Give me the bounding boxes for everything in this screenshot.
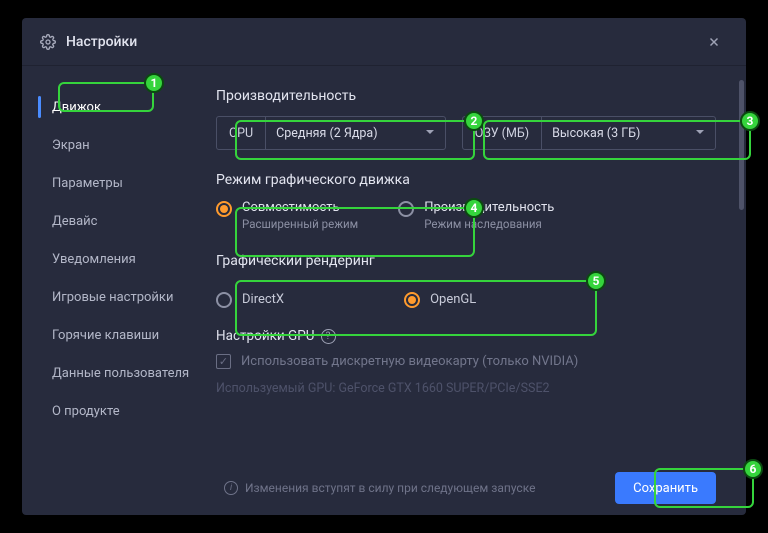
close-button[interactable] bbox=[700, 28, 728, 56]
section-title-gpu: Настройки GPU ? bbox=[216, 328, 716, 344]
sidebar-item-label: Параметры bbox=[52, 176, 123, 191]
section-title-engine-mode: Режим графического движка bbox=[216, 172, 716, 188]
sidebar-item-label: Игровые настройки bbox=[52, 290, 173, 305]
settings-window: Настройки Движок Экран Параметры Девайс … bbox=[22, 18, 746, 515]
ram-dropdown[interactable]: ОЗУ (МБ) Высокая (3 ГБ) bbox=[462, 116, 716, 150]
radio-icon bbox=[216, 201, 232, 217]
scrollbar-thumb[interactable] bbox=[739, 80, 744, 210]
ram-value: Высокая (3 ГБ) bbox=[542, 126, 685, 141]
chevron-down-icon bbox=[685, 126, 715, 141]
sidebar-item-label: О продукте bbox=[52, 404, 120, 419]
cpu-dropdown[interactable]: CPU Средняя (2 Ядра) bbox=[216, 116, 446, 150]
sidebar-item-label: Девайс bbox=[52, 214, 97, 229]
sidebar-item-label: Данные пользователя bbox=[52, 366, 189, 381]
radio-icon bbox=[216, 292, 232, 308]
section-title-render: Графический рендеринг bbox=[216, 253, 716, 269]
radio-icon bbox=[404, 292, 420, 308]
info-icon: i bbox=[224, 481, 238, 495]
sidebar-item-hotkeys[interactable]: Горячие клавиши bbox=[22, 316, 198, 354]
section-title-performance: Производительность bbox=[216, 88, 716, 104]
radio-label: Производительность bbox=[424, 200, 554, 215]
sidebar-item-label: Уведомления bbox=[52, 252, 136, 267]
annotation-badge-1: 1 bbox=[144, 73, 164, 93]
window-header: Настройки bbox=[22, 18, 746, 66]
annotation-badge-5: 5 bbox=[586, 271, 606, 291]
radio-sublabel: Расширенный режим bbox=[242, 217, 358, 231]
sidebar-item-notifications[interactable]: Уведомления bbox=[22, 240, 198, 278]
radio-label: Совместимость bbox=[242, 200, 358, 215]
sidebar-item-label: Горячие клавиши bbox=[52, 328, 159, 343]
footer: i Изменения вступят в силу при следующем… bbox=[198, 461, 746, 515]
sidebar-item-engine[interactable]: Движок bbox=[22, 88, 198, 126]
sidebar-item-label: Экран bbox=[52, 138, 90, 153]
sidebar-item-about[interactable]: О продукте bbox=[22, 392, 198, 430]
radio-sublabel: Режим наследования bbox=[424, 217, 554, 231]
cpu-value: Средняя (2 Ядра) bbox=[266, 126, 415, 141]
save-button[interactable]: Сохранить bbox=[615, 472, 716, 504]
radio-icon bbox=[398, 201, 414, 217]
sidebar-item-game-settings[interactable]: Игровые настройки bbox=[22, 278, 198, 316]
annotation-badge-3: 3 bbox=[740, 111, 760, 131]
sidebar-item-userdata[interactable]: Данные пользователя bbox=[22, 354, 198, 392]
render-directx[interactable]: DirectX bbox=[216, 291, 284, 308]
gpu-discrete-checkbox[interactable]: ✓ Использовать дискретную видеокарту (то… bbox=[216, 354, 716, 369]
sidebar-item-device[interactable]: Девайс bbox=[22, 202, 198, 240]
render-opengl[interactable]: OpenGL bbox=[404, 291, 476, 308]
sidebar-item-screen[interactable]: Экран bbox=[22, 126, 198, 164]
sidebar: Движок Экран Параметры Девайс Уведомлени… bbox=[22, 66, 198, 515]
gpu-used-label: Используемый GPU: GeForce GTX 1660 SUPER… bbox=[216, 381, 716, 396]
radio-label: OpenGL bbox=[430, 292, 476, 307]
checkbox-label: Использовать дискретную видеокарту (толь… bbox=[241, 354, 578, 369]
gear-icon bbox=[40, 34, 56, 50]
chevron-down-icon bbox=[415, 126, 445, 141]
checkbox-icon: ✓ bbox=[216, 354, 231, 369]
annotation-badge-4: 4 bbox=[464, 198, 484, 218]
cpu-label: CPU bbox=[217, 117, 266, 149]
annotation-badge-6: 6 bbox=[743, 459, 763, 479]
window-title: Настройки bbox=[66, 34, 700, 50]
annotation-badge-2: 2 bbox=[464, 111, 484, 131]
radio-label: DirectX bbox=[242, 292, 284, 307]
engine-mode-compat[interactable]: Совместимость Расширенный режим bbox=[216, 200, 358, 231]
restart-note: i Изменения вступят в силу при следующем… bbox=[224, 481, 615, 495]
content-pane: Производительность CPU Средняя (2 Ядра) … bbox=[198, 66, 746, 515]
help-icon[interactable]: ? bbox=[321, 329, 336, 344]
sidebar-item-label: Движок bbox=[52, 100, 101, 115]
sidebar-item-params[interactable]: Параметры bbox=[22, 164, 198, 202]
